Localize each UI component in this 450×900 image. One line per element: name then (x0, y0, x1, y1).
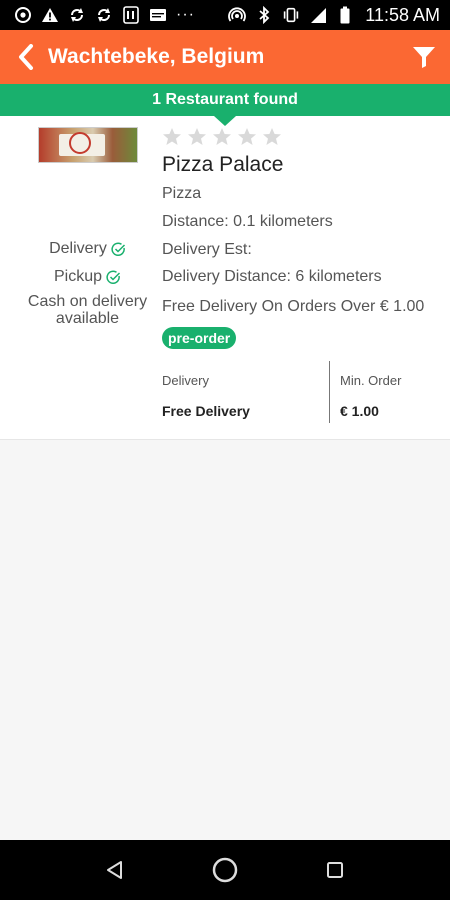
star-icon (163, 128, 181, 145)
status-time: 11:58 AM (365, 4, 440, 25)
bluetooth-icon (255, 6, 273, 24)
service-options: Delivery Pickup Cash on delivery availab… (10, 235, 165, 327)
cash-line-1: Cash on delivery (27, 293, 148, 310)
status-bar-left-icons: ··· (14, 6, 195, 24)
banner-pointer (214, 116, 236, 126)
system-nav-bar (0, 840, 450, 900)
free-delivery-note: Free Delivery On Orders Over € 1.00 (162, 298, 425, 315)
distance-text: Distance: 0.1 kilometers (162, 213, 333, 230)
warning-icon (41, 6, 59, 24)
tj-app-icon (122, 6, 140, 24)
chrome-icon (14, 6, 32, 24)
nav-back-button[interactable] (95, 850, 135, 890)
hotspot-icon (228, 6, 247, 24)
pickup-option-label: Pickup (53, 268, 103, 285)
results-banner: 1 Restaurant found (0, 84, 450, 116)
star-icon (213, 128, 231, 145)
page-title: Wachtebeke, Belgium (48, 45, 265, 68)
min-order-value: € 1.00 (340, 403, 379, 419)
status-bar: ··· 11:58 AM (0, 0, 450, 30)
delivery-info-table: Delivery Free Delivery Min. Order € 1.00 (162, 361, 450, 423)
check-circle-icon (111, 242, 126, 257)
restaurant-card[interactable]: Delivery Pickup Cash on delivery availab… (0, 116, 450, 440)
filter-button[interactable] (410, 42, 438, 72)
min-order-column: Min. Order € 1.00 (329, 361, 449, 423)
logo-emblem (69, 132, 91, 154)
recents-square-icon (327, 862, 343, 878)
rating-stars (162, 127, 282, 147)
signal-icon (309, 6, 327, 24)
check-circle-icon (106, 270, 121, 285)
battery-icon (336, 6, 354, 24)
cash-line-2: available (55, 310, 120, 327)
delivery-fee-column: Delivery Free Delivery (162, 361, 328, 423)
restaurant-logo-image (38, 127, 138, 163)
home-circle-icon (212, 857, 238, 883)
delivery-distance-text: Delivery Distance: 6 kilometers (162, 268, 382, 285)
nav-recents-button[interactable] (315, 850, 355, 890)
restaurant-name[interactable]: Pizza Palace (162, 153, 283, 177)
filter-icon (413, 47, 435, 68)
star-icon (238, 128, 256, 145)
back-button[interactable] (14, 42, 38, 72)
delivery-option-label: Delivery (49, 240, 107, 257)
results-count-text: 1 Restaurant found (152, 91, 298, 108)
cuisine-text: Pizza (162, 185, 202, 202)
delivery-est-text: Delivery Est: (162, 241, 252, 258)
chevron-left-icon (19, 44, 33, 70)
sync-icon (68, 6, 86, 24)
status-bar-right-icons: 11:58 AM (228, 5, 440, 26)
min-order-label: Min. Order (340, 373, 402, 388)
cash-on-delivery-note: Cash on delivery available (10, 293, 165, 327)
delivery-fee-label: Delivery (162, 373, 209, 388)
star-icon (188, 128, 206, 145)
delivery-fee-value: Free Delivery (162, 403, 250, 419)
pre-order-badge: pre-order (162, 327, 237, 349)
app-bar: Wachtebeke, Belgium (0, 30, 450, 84)
vibrate-icon (282, 6, 300, 24)
delivery-option: Delivery (10, 235, 165, 263)
sync-icon (95, 6, 113, 24)
back-triangle-icon (107, 861, 122, 879)
pickup-option: Pickup (10, 263, 165, 291)
nav-home-button[interactable] (205, 850, 245, 890)
more-dots-icon: ··· (176, 6, 195, 23)
news-app-icon (149, 6, 167, 24)
star-icon (263, 128, 281, 145)
